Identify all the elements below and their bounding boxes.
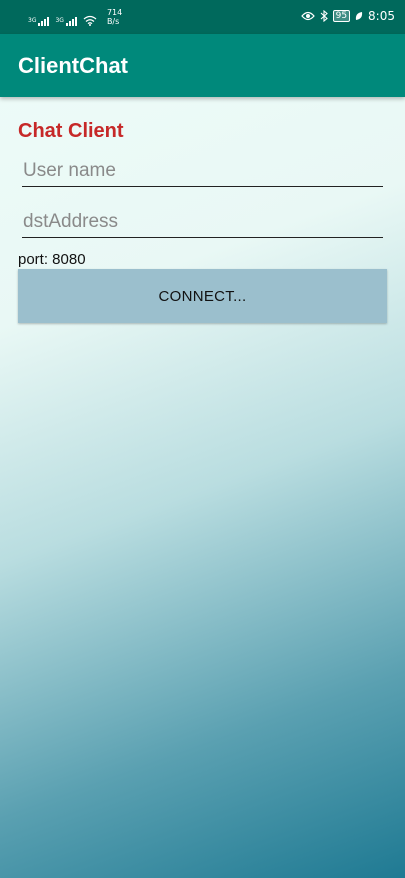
clock: 8:05 [368,9,395,23]
eye-icon [300,11,315,21]
battery-icon: 95 [332,10,351,22]
user-name-input[interactable] [22,156,383,187]
app-title: ClientChat [18,53,128,78]
net-speed-unit: B/s [106,17,120,26]
sim2-tag: 3G [55,17,64,24]
app-screen: 3G 3G 714 B/s 95 8:05 ClientChat Chat Cl… [0,0,405,878]
net-speed: 714 B/s [107,8,122,26]
status-bar: 3G 3G 714 B/s 95 8:05 [0,0,405,34]
app-bar: ClientChat [0,34,405,97]
signal-icon: 3G [28,17,50,26]
net-speed-value: 714 [106,8,123,17]
status-left: 3G 3G 714 B/s [28,8,122,26]
sim1-tag: 3G [28,17,37,24]
dst-address-input[interactable] [22,207,383,238]
status-right: 95 8:05 [300,9,395,23]
bluetooth-icon [320,10,328,22]
leaf-icon [355,12,363,20]
wifi-icon [83,15,97,26]
port-label: port: 8080 [18,251,86,268]
page-title: Chat Client [18,120,124,142]
signal-icon: 3G [55,17,77,26]
connect-button[interactable]: CONNECT... [18,269,387,323]
